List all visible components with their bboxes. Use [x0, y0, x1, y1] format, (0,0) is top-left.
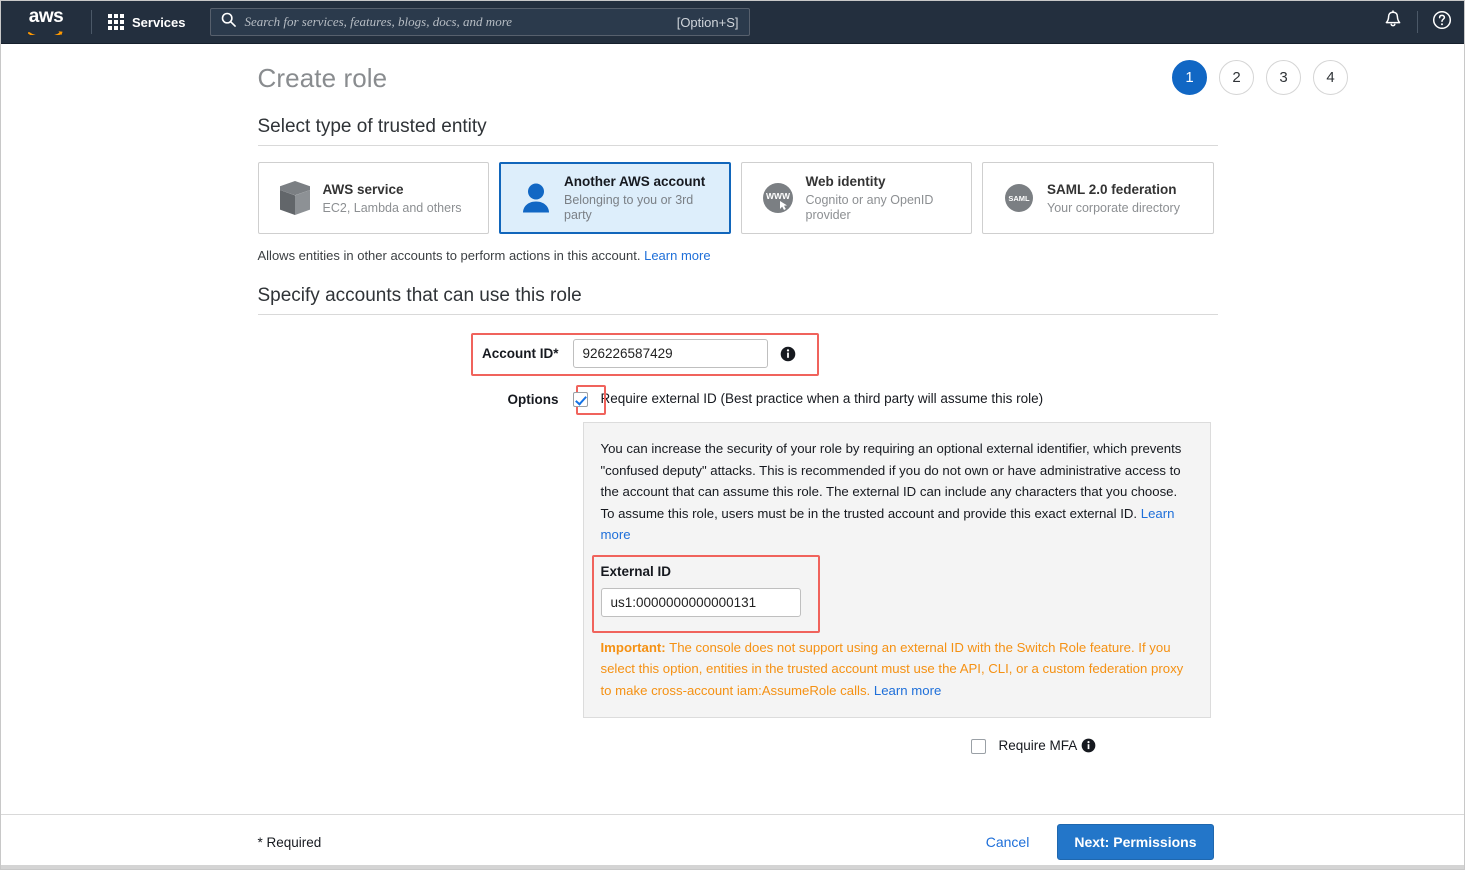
bell-icon [1384, 10, 1402, 34]
wizard-step-1-label: 1 [1185, 69, 1193, 86]
account-id-row: Account ID* [258, 333, 1214, 369]
entity-card-another-aws-account-subtitle: Belonging to you or 3rd party [564, 193, 722, 223]
svg-text:SAML: SAML [1008, 194, 1030, 203]
required-note: * Required [258, 835, 322, 850]
external-id-info-panel: You can increase the security of your ro… [583, 422, 1211, 718]
svg-text:WWW: WWW [765, 191, 790, 201]
section-divider-2 [258, 314, 1218, 315]
entity-card-web-identity-title: Web identity [806, 174, 886, 189]
entity-card-web-identity-text: Web identity Cognito or any OpenID provi… [800, 173, 964, 223]
external-id-input[interactable] [601, 588, 801, 617]
require-mfa-label: Require MFA [999, 738, 1078, 754]
search-shortcut-hint: [Option+S] [677, 15, 739, 30]
trusted-entity-card-list: AWS service EC2, Lambda and others Anoth… [258, 162, 1214, 234]
notifications-button[interactable] [1369, 1, 1417, 44]
search-placeholder: Search for services, features, blogs, do… [245, 14, 677, 30]
help-button[interactable] [1418, 1, 1465, 44]
external-id-warning-learn-more-link[interactable]: Learn more [874, 683, 941, 698]
wizard-step-3-label: 3 [1279, 69, 1287, 86]
info-icon[interactable] [780, 346, 796, 367]
next-permissions-button[interactable]: Next: Permissions [1057, 824, 1213, 860]
external-id-label: External ID [601, 564, 831, 579]
aws-console-screen: aws Services Search for servi [0, 0, 1465, 870]
aws-logo-icon[interactable]: aws [15, 9, 77, 35]
footer-inner: * Required Cancel Next: Permissions [254, 824, 1214, 860]
entity-card-aws-service-subtitle: EC2, Lambda and others [323, 201, 462, 216]
info-icon-mfa[interactable] [1081, 738, 1096, 754]
entity-card-another-aws-account-title: Another AWS account [564, 174, 705, 189]
require-external-id-label: Require external ID (Best practice when … [601, 391, 1044, 407]
external-id-description: You can increase the security of your ro… [601, 438, 1193, 546]
grid-apps-icon [108, 14, 124, 30]
aws-swoosh-icon [28, 26, 64, 35]
entity-card-aws-service[interactable]: AWS service EC2, Lambda and others [258, 162, 490, 234]
entity-card-saml-federation-text: SAML 2.0 federation Your corporate direc… [1041, 181, 1180, 216]
wizard-step-4[interactable]: 4 [1313, 60, 1348, 95]
account-id-label: Account ID* [258, 339, 573, 369]
nav-divider [91, 10, 92, 34]
trusted-entity-learn-more-link[interactable]: Learn more [644, 248, 710, 263]
entity-card-saml-federation-title: SAML 2.0 federation [1047, 182, 1177, 197]
help-circle-icon [1432, 10, 1452, 35]
saml-icon: SAML [997, 180, 1041, 216]
top-navigation-bar: aws Services Search for servi [1, 1, 1465, 44]
entity-card-another-aws-account[interactable]: Another AWS account Belonging to you or … [499, 162, 731, 234]
services-label: Services [132, 15, 186, 30]
external-id-warning-prefix: Important: [601, 640, 666, 655]
wizard-step-indicator: 1 2 3 4 [1172, 60, 1348, 95]
wizard-step-2[interactable]: 2 [1219, 60, 1254, 95]
footer-actions: Cancel Next: Permissions [980, 824, 1214, 860]
trusted-entity-help-label: Allows entities in other accounts to per… [258, 248, 641, 263]
wizard-step-1[interactable]: 1 [1172, 60, 1207, 95]
section-heading-trusted-entity: Select type of trusted entity [258, 116, 1214, 138]
entity-card-aws-service-text: AWS service EC2, Lambda and others [317, 181, 462, 216]
options-row: Options Require external ID (Best practi… [258, 391, 1214, 408]
section-heading-specify-accounts: Specify accounts that can use this role [258, 285, 1214, 307]
services-menu-button[interactable]: Services [106, 10, 188, 34]
entity-card-aws-service-title: AWS service [323, 182, 404, 197]
www-icon: WWW [756, 180, 800, 216]
require-mfa-row: Require MFA [971, 738, 1214, 754]
specify-accounts-form: Account ID* Options Requir [258, 333, 1214, 754]
entity-card-saml-federation[interactable]: SAML SAML 2.0 federation Your corporate … [982, 162, 1214, 234]
section-divider-1 [258, 145, 1218, 146]
external-id-warning: Important: The console does not support … [601, 637, 1193, 702]
entity-card-web-identity-subtitle: Cognito or any OpenID provider [806, 193, 964, 223]
entity-card-another-aws-account-text: Another AWS account Belonging to you or … [558, 173, 722, 223]
entity-card-saml-federation-subtitle: Your corporate directory [1047, 201, 1180, 216]
page-body: 1 2 3 4 Create role Select type of trust… [1, 45, 1465, 815]
page-content: Create role Select type of trusted entit… [254, 63, 1214, 754]
external-id-field-group: External ID [601, 564, 831, 617]
user-icon [514, 180, 558, 216]
external-id-description-text: You can increase the security of your ro… [601, 441, 1182, 521]
cube-icon [273, 179, 317, 217]
options-label: Options [258, 391, 573, 408]
aws-wordmark: aws [29, 9, 63, 25]
trusted-entity-help-text: Allows entities in other accounts to per… [258, 248, 1214, 263]
wizard-footer: * Required Cancel Next: Permissions [1, 814, 1465, 869]
page-title: Create role [258, 63, 1214, 94]
require-external-id-checkbox[interactable] [573, 392, 588, 407]
account-id-input[interactable] [573, 339, 768, 368]
search-icon [221, 12, 236, 32]
wizard-step-2-label: 2 [1232, 69, 1240, 86]
cancel-button[interactable]: Cancel [980, 833, 1036, 851]
wizard-step-4-label: 4 [1326, 69, 1334, 86]
search-input[interactable]: Search for services, features, blogs, do… [210, 8, 750, 36]
wizard-step-3[interactable]: 3 [1266, 60, 1301, 95]
require-mfa-checkbox[interactable] [971, 739, 986, 754]
entity-card-web-identity[interactable]: WWW Web identity Cognito or any OpenID p… [741, 162, 973, 234]
navbar-right-group [1369, 1, 1465, 44]
window-bottom-edge [1, 865, 1465, 869]
